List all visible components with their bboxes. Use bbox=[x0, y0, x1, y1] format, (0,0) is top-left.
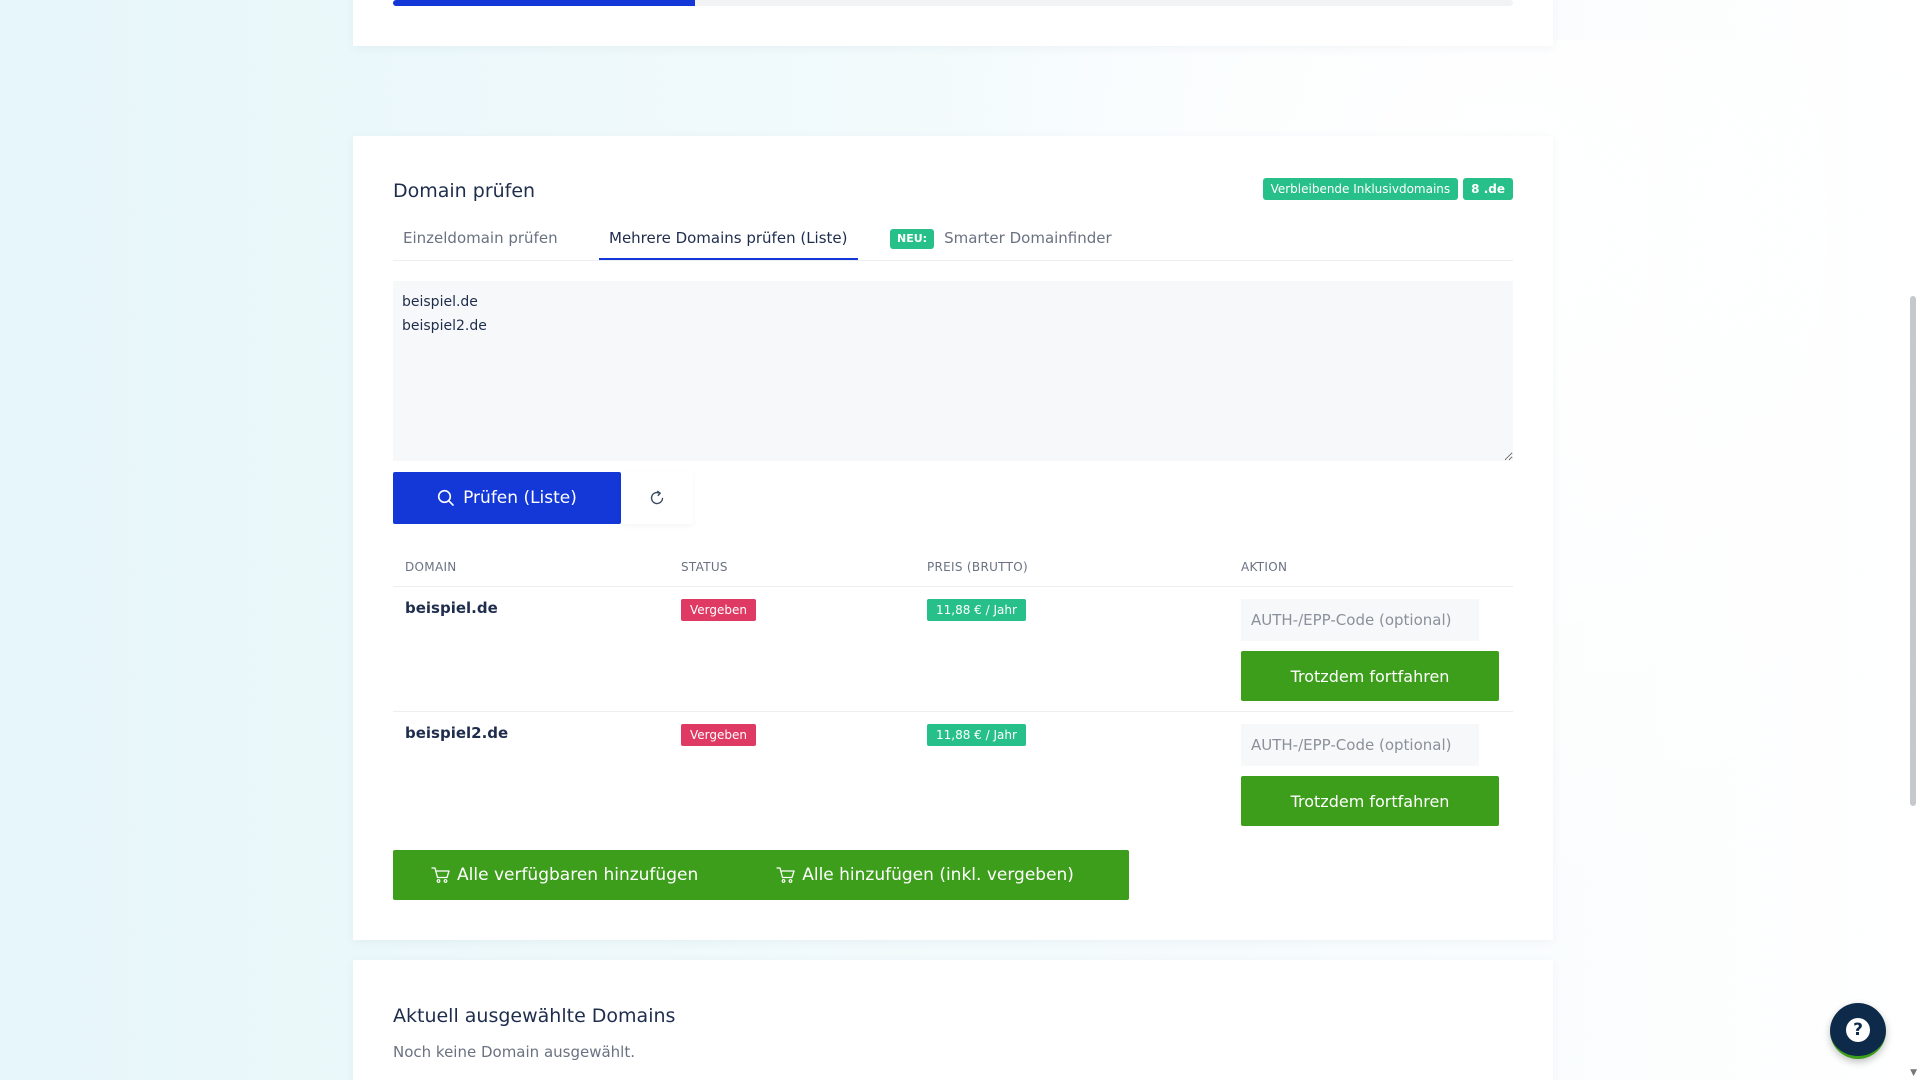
tab-smart-domainfinder[interactable]: NEU: Smarter Domainfinder bbox=[880, 226, 1122, 258]
action-cell: Trotzdem fortfahren bbox=[1229, 586, 1513, 712]
add-available-button[interactable]: Alle verfügbaren hinzufügen bbox=[393, 850, 698, 900]
selected-domains-empty-text: Noch keine Domain ausgewählt. bbox=[393, 1043, 635, 1061]
tab-label: Smarter Domainfinder bbox=[944, 229, 1112, 247]
check-list-button[interactable]: Prüfen (Liste) bbox=[393, 472, 621, 524]
new-badge: NEU: bbox=[890, 228, 935, 249]
add-all-label: Alle hinzufügen (inkl. vergeben) bbox=[802, 865, 1074, 885]
status-cell: Vergeben bbox=[669, 586, 915, 712]
section-title: Domain prüfen bbox=[393, 180, 536, 202]
table-row: beispiel2.de Vergeben 11,88 € / Jahr Tro… bbox=[393, 712, 1513, 837]
add-domains-button-group: Alle verfügbaren hinzufügen Alle hinzufü… bbox=[393, 850, 1129, 900]
help-button[interactable]: ? bbox=[1830, 1003, 1886, 1059]
tab-label: Einzeldomain prüfen bbox=[403, 229, 558, 247]
table-row: beispiel.de Vergeben 11,88 € / Jahr Trot… bbox=[393, 586, 1513, 712]
auth-code-input[interactable] bbox=[1241, 599, 1479, 641]
domain-name: beispiel2.de bbox=[405, 724, 509, 742]
tab-single-domain[interactable]: Einzeldomain prüfen bbox=[393, 226, 568, 258]
page-scrollbar[interactable] bbox=[1910, 296, 1916, 806]
cart-icon bbox=[431, 867, 450, 883]
scroll-down-icon[interactable]: ▼ bbox=[1910, 1068, 1917, 1078]
progress-card bbox=[353, 0, 1553, 46]
refresh-icon bbox=[650, 490, 664, 505]
remaining-inclusive-badge: Verbleibende Inklusivdomains bbox=[1262, 178, 1459, 200]
status-cell: Vergeben bbox=[669, 712, 915, 837]
add-available-label: Alle verfügbaren hinzufügen bbox=[457, 865, 699, 885]
price-cell: 11,88 € / Jahr bbox=[915, 712, 1229, 837]
remaining-count-badge: 8 .de bbox=[1463, 178, 1513, 200]
column-header-price: PREIS (BRUTTO) bbox=[915, 546, 1229, 587]
inclusive-domains-badges: Verbleibende Inklusivdomains 8 .de bbox=[1262, 178, 1513, 200]
progress-bar bbox=[393, 0, 1513, 6]
selected-domains-title: Aktuell ausgewählte Domains bbox=[393, 1005, 676, 1027]
table-header-row: DOMAIN STATUS PREIS (BRUTTO) AKTION bbox=[393, 546, 1513, 587]
question-icon: ? bbox=[1846, 1017, 1870, 1042]
price-badge: 11,88 € / Jahr bbox=[927, 599, 1026, 621]
reset-button[interactable] bbox=[621, 472, 693, 524]
domain-list-textarea[interactable] bbox=[393, 281, 1513, 461]
check-mode-tabs: Einzeldomain prüfen Mehrere Domains prüf… bbox=[393, 226, 1513, 261]
price-badge: 11,88 € / Jahr bbox=[927, 724, 1026, 746]
check-button-label: Prüfen (Liste) bbox=[463, 488, 577, 508]
column-header-action: AKTION bbox=[1229, 546, 1513, 587]
column-header-domain: DOMAIN bbox=[393, 546, 669, 587]
domain-name: beispiel.de bbox=[393, 586, 669, 712]
continue-anyway-button[interactable]: Trotzdem fortfahren bbox=[1241, 776, 1499, 826]
action-cell: Trotzdem fortfahren bbox=[1229, 712, 1513, 837]
tab-label: Mehrere Domains prüfen (Liste) bbox=[609, 229, 848, 247]
price-cell: 11,88 € / Jahr bbox=[915, 586, 1229, 712]
status-badge: Vergeben bbox=[681, 599, 756, 621]
search-icon bbox=[438, 489, 454, 506]
selected-domains-card: Aktuell ausgewählte Domains Noch keine D… bbox=[353, 960, 1553, 1080]
add-all-button[interactable]: Alle hinzufügen (inkl. vergeben) bbox=[698, 850, 1074, 900]
progress-bar-fill bbox=[393, 0, 696, 6]
column-header-status: STATUS bbox=[669, 546, 915, 587]
auth-code-input[interactable] bbox=[1241, 724, 1479, 766]
continue-anyway-button[interactable]: Trotzdem fortfahren bbox=[1241, 651, 1499, 701]
tab-multiple-domains[interactable]: Mehrere Domains prüfen (Liste) bbox=[599, 226, 858, 260]
cart-icon bbox=[776, 867, 795, 883]
status-badge: Vergeben bbox=[681, 724, 756, 746]
domain-check-card: Domain prüfen Verbleibende Inklusivdomai… bbox=[353, 136, 1553, 940]
results-table: DOMAIN STATUS PREIS (BRUTTO) AKTION beis… bbox=[393, 546, 1513, 836]
